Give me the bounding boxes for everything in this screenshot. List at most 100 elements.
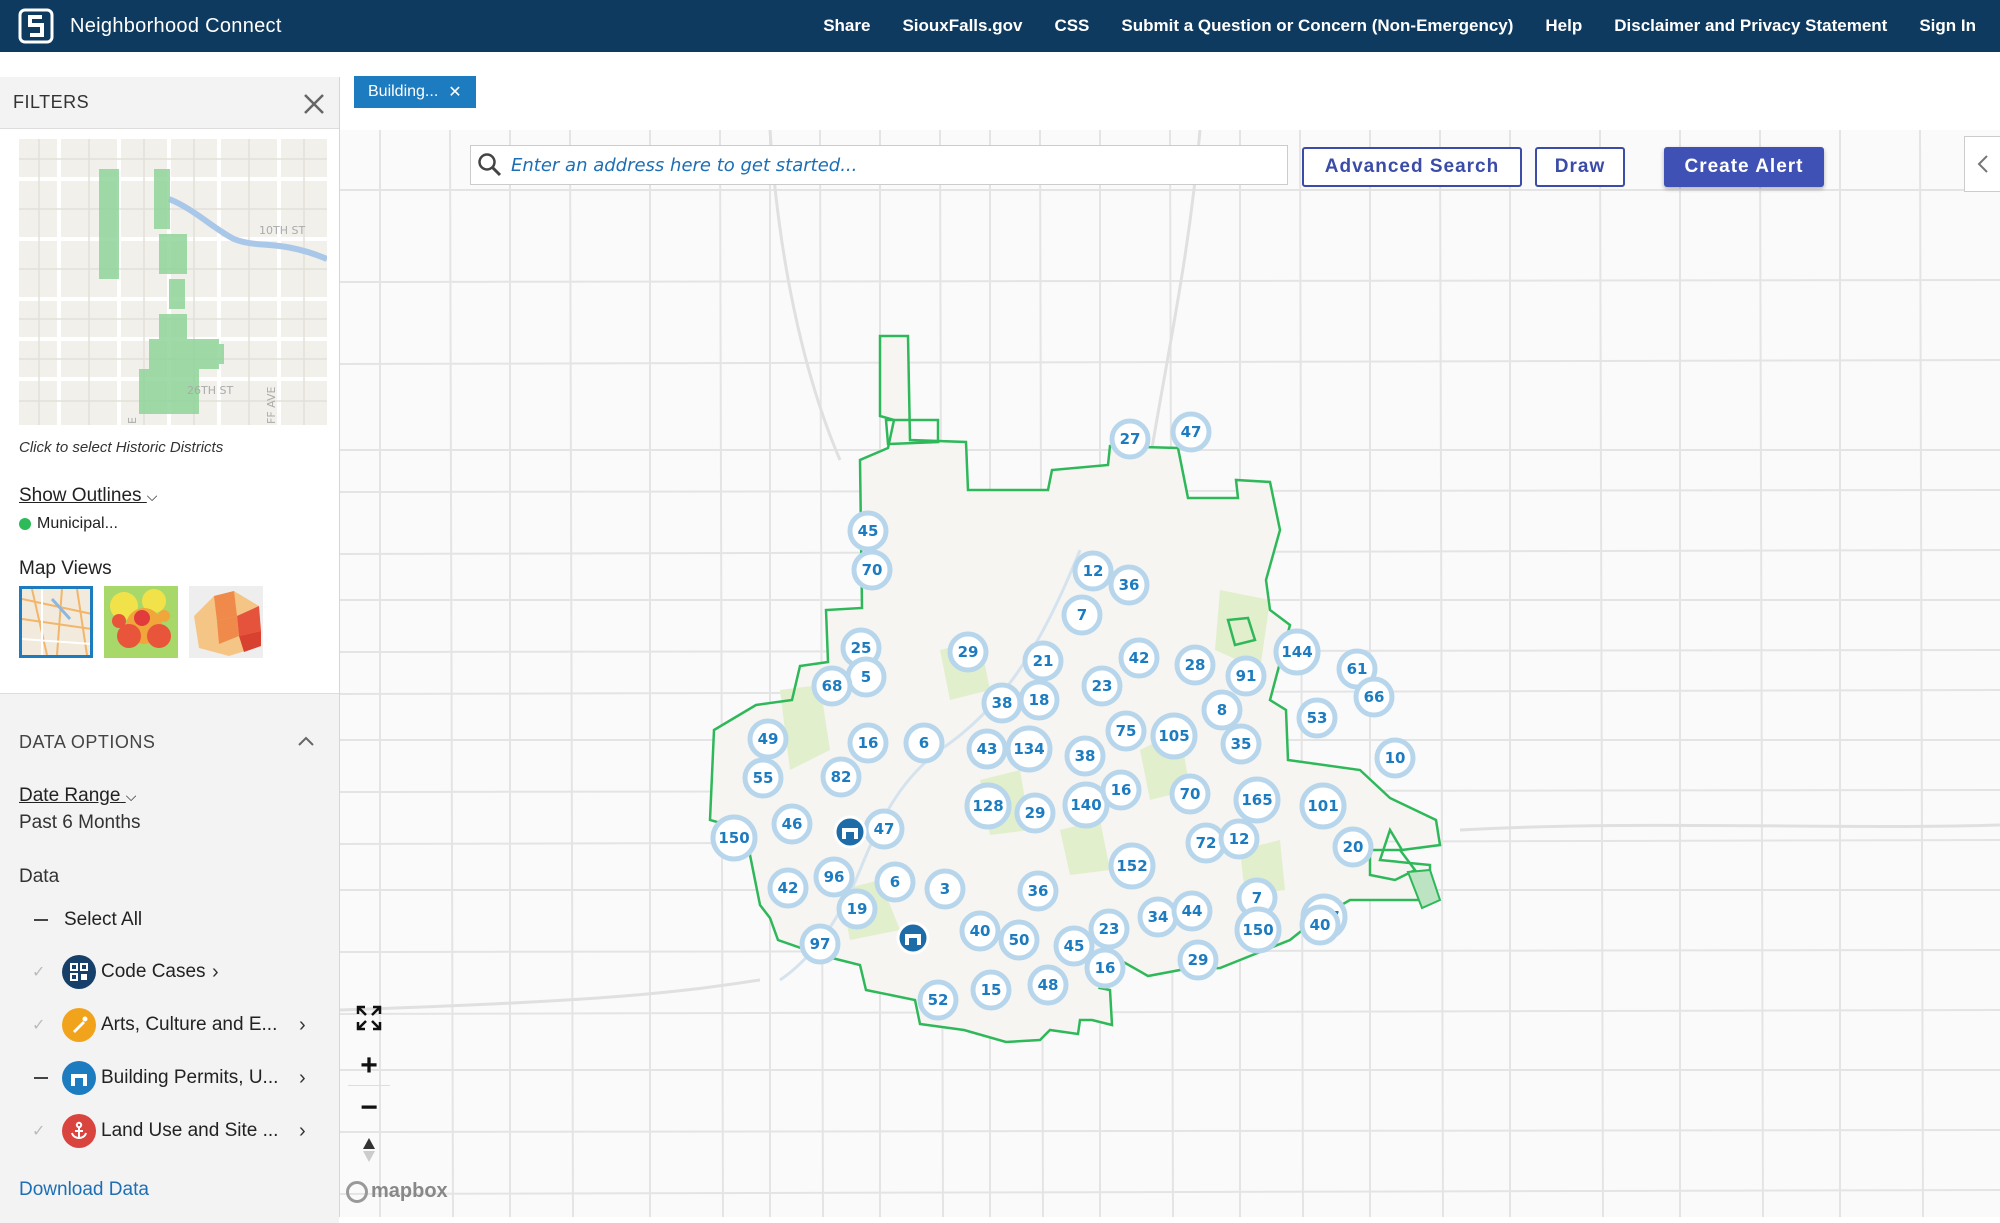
date-range-dropdown[interactable]: Date Range ⌵ [19,785,136,807]
building-permit-pin[interactable] [896,921,930,955]
historic-districts-map[interactable]: 10TH ST 26TH ST E FF AVE [19,139,327,425]
map-cluster-marker[interactable]: 150 [1234,906,1282,954]
map-cluster-marker[interactable]: 38 [981,682,1023,724]
map-cluster-marker[interactable]: 150 [710,814,758,862]
map-cluster-marker[interactable]: 40 [959,910,1001,952]
map-cluster-marker[interactable]: 42 [1118,637,1160,679]
create-alert-button[interactable]: Create Alert [1664,147,1824,187]
map-cluster-marker[interactable]: 40 [1299,904,1341,946]
data-category-code-cases[interactable]: ✓ Code Cases › [0,952,339,992]
map-cluster-marker[interactable]: 101 [1299,782,1347,830]
nav-sign-in[interactable]: Sign In [1919,16,1976,36]
map-cluster-marker[interactable]: 18 [1018,679,1060,721]
chevron-right-icon[interactable]: › [212,961,219,984]
map-cluster-marker[interactable]: 6 [903,722,945,764]
city-logo-icon[interactable] [18,8,54,44]
nav-submit-question[interactable]: Submit a Question or Concern (Non-Emerge… [1121,16,1513,36]
map-cluster-marker[interactable]: 20 [1332,826,1374,868]
nav-help[interactable]: Help [1545,16,1582,36]
partial-check-icon[interactable] [34,1077,48,1079]
remove-filter-icon[interactable]: ✕ [448,82,461,102]
map-cluster-marker[interactable]: 44 [1171,890,1213,932]
chevron-right-icon[interactable]: › [299,1120,306,1143]
map-cluster-marker[interactable]: 47 [1170,411,1212,453]
data-category-arts-culture[interactable]: ✓ Arts, Culture and E... › [0,1005,339,1045]
map-cluster-marker[interactable]: 45 [1053,925,1095,967]
map-cluster-marker[interactable]: 23 [1081,665,1123,707]
map-cluster-marker[interactable]: 70 [1169,773,1211,815]
nav-css[interactable]: CSS [1054,16,1089,36]
nav-disclaimer[interactable]: Disclaimer and Privacy Statement [1614,16,1887,36]
map-cluster-marker[interactable]: 66 [1353,676,1395,718]
fullscreen-icon[interactable] [348,998,390,1038]
checkbox-icon[interactable]: ✓ [32,1015,48,1035]
map-cluster-marker[interactable]: 23 [1088,908,1130,950]
nav-siouxfalls-gov[interactable]: SiouxFalls.gov [902,16,1022,36]
collapse-panel-button[interactable] [1964,136,2000,192]
map-cluster-marker[interactable]: 8 [1201,689,1243,731]
show-outlines-dropdown[interactable]: Show Outlines ⌵ [19,485,157,507]
zoom-out-icon[interactable]: − [348,1088,390,1128]
map-view-choropleth[interactable] [189,586,263,658]
map-cluster-marker[interactable]: 36 [1108,564,1150,606]
data-category-building-permits[interactable]: Building Permits, U... › [0,1058,339,1098]
map-cluster-marker[interactable]: 10 [1374,737,1416,779]
compass-icon[interactable] [348,1130,390,1170]
checkbox-icon[interactable]: ✓ [32,1121,48,1141]
chevron-up-icon[interactable] [297,734,315,748]
map-cluster-marker[interactable]: 15 [970,969,1012,1011]
map-cluster-marker[interactable]: 144 [1273,628,1321,676]
map-cluster-marker[interactable]: 128 [964,782,1012,830]
map-cluster-marker[interactable]: 28 [1174,644,1216,686]
map-cluster-marker[interactable]: 47 [863,808,905,850]
map-cluster-marker[interactable]: 82 [820,756,862,798]
map-cluster-marker[interactable]: 165 [1233,776,1281,824]
map-cluster-marker[interactable]: 96 [813,856,855,898]
map-cluster-marker[interactable]: 7 [1061,594,1103,636]
map-cluster-marker[interactable]: 12 [1218,818,1260,860]
map-cluster-marker[interactable]: 48 [1027,964,1069,1006]
address-search-box[interactable] [470,145,1288,185]
map-cluster-marker[interactable]: 97 [799,923,841,965]
map-cluster-marker[interactable]: 53 [1296,697,1338,739]
nav-share[interactable]: Share [823,16,870,36]
map-cluster-marker[interactable]: 16 [847,722,889,764]
map-cluster-marker[interactable]: 42 [767,867,809,909]
partial-check-icon[interactable] [34,919,48,921]
map-cluster-marker[interactable]: 72 [1185,822,1227,864]
map-cluster-marker[interactable]: 50 [998,919,1040,961]
chevron-right-icon[interactable]: › [299,1014,306,1037]
map-cluster-marker[interactable]: 35 [1220,723,1262,765]
map-cluster-marker[interactable]: 55 [742,757,784,799]
map-cluster-marker[interactable]: 70 [851,549,893,591]
data-category-land-use[interactable]: ✓ Land Use and Site ... › [0,1111,339,1151]
map-cluster-marker[interactable]: 75 [1105,710,1147,752]
address-search-input[interactable] [511,154,1271,176]
zoom-in-icon[interactable]: + [348,1046,390,1086]
map-cluster-marker[interactable]: 29 [1014,792,1056,834]
close-icon[interactable] [301,91,327,117]
checkbox-icon[interactable]: ✓ [32,962,48,982]
map-cluster-marker[interactable]: 21 [1022,640,1064,682]
map-cluster-marker[interactable]: 43 [966,728,1008,770]
map-cluster-marker[interactable]: 152 [1108,842,1156,890]
map-cluster-marker[interactable]: 34 [1137,896,1179,938]
map-cluster-marker[interactable]: 3 [924,868,966,910]
map-canvas[interactable]: 27 47 45 70 12 36 7 25 29 21 42 28 91 144 61 66 5 68 23 38 1… [340,130,2000,1217]
map-view-street[interactable] [19,586,93,658]
map-cluster-marker[interactable]: 46 [771,803,813,845]
map-cluster-marker[interactable]: 29 [1177,939,1219,981]
chevron-right-icon[interactable]: › [299,1067,306,1090]
map-cluster-marker[interactable]: 68 [811,665,853,707]
building-permit-pin[interactable] [833,815,867,849]
map-cluster-marker[interactable]: 134 [1005,725,1053,773]
map-cluster-marker[interactable]: 16 [1084,947,1126,989]
map-cluster-marker[interactable]: 12 [1072,550,1114,592]
map-cluster-marker[interactable]: 29 [947,631,989,673]
map-cluster-marker[interactable]: 49 [747,718,789,760]
map-cluster-marker[interactable]: 105 [1150,712,1198,760]
outline-item-municipal[interactable]: Municipal... [19,515,118,533]
map-cluster-marker[interactable]: 27 [1109,418,1151,460]
map-cluster-marker[interactable]: 38 [1064,735,1106,777]
advanced-search-button[interactable]: Advanced Search [1302,147,1522,187]
